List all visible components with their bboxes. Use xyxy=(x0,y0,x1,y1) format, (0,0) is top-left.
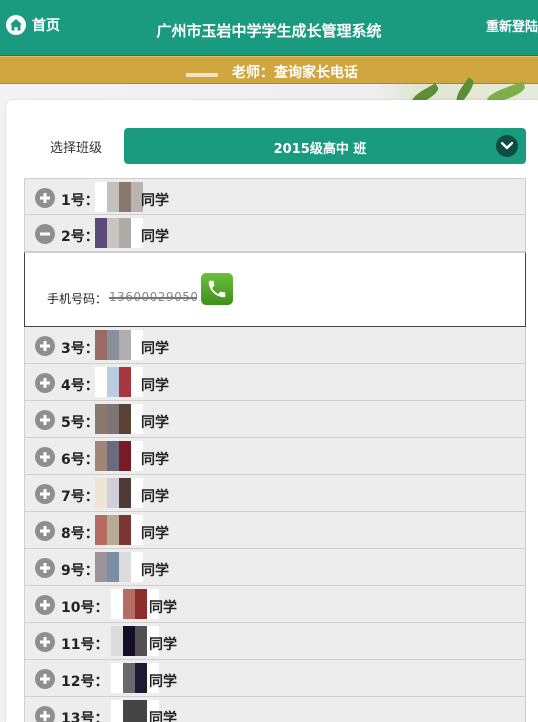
student-row[interactable]: 5号： 同学 xyxy=(24,401,526,438)
app-title: 广州市玉岩中学学生成长管理系统 xyxy=(156,22,382,40)
student-row[interactable]: 9号： 同学 xyxy=(24,549,526,586)
student-suffix: 同学 xyxy=(141,193,169,209)
student-list: 1号：同学2号：同学手机号码：136000290503号：同学4号：同学5号：同… xyxy=(24,178,526,722)
plus-circle-icon[interactable] xyxy=(35,669,55,689)
student-row[interactable]: 10号： 同学 xyxy=(24,586,526,623)
plus-circle-icon[interactable] xyxy=(35,632,55,652)
student-number: 8号： xyxy=(61,526,99,542)
page-title: 老师：查询家长电话 xyxy=(232,65,358,81)
student-suffix: 同学 xyxy=(141,452,169,468)
student-detail-panel: 手机号码：13600029050 xyxy=(24,252,526,327)
student-number: 5号： xyxy=(61,415,99,431)
student-name-redacted xyxy=(95,182,143,212)
student-suffix: 同学 xyxy=(141,378,169,394)
student-number: 6号： xyxy=(61,452,99,468)
minus-circle-icon[interactable] xyxy=(35,224,55,244)
student-row[interactable]: 13号： 同学 xyxy=(24,697,526,722)
student-row[interactable]: 8号： 同学 xyxy=(24,512,526,549)
page-title-bar: 老师：查询家长电话 xyxy=(0,56,538,84)
student-name-redacted xyxy=(95,404,143,434)
class-picker-label: 选择班级 xyxy=(50,141,103,156)
plus-circle-icon[interactable] xyxy=(35,447,55,467)
plus-circle-icon[interactable] xyxy=(35,521,55,541)
student-row[interactable]: 1号： 同学 xyxy=(24,178,526,215)
student-number: 10号： xyxy=(61,600,109,616)
chevron-down-icon xyxy=(496,135,518,157)
class-select-value: 2015级高中 班 xyxy=(273,142,367,157)
student-row[interactable]: 4号： 同学 xyxy=(24,364,526,401)
student-row[interactable]: 6号： 同学 xyxy=(24,438,526,475)
student-name-redacted xyxy=(95,515,143,545)
student-row[interactable]: 2号： 同学 xyxy=(24,215,526,252)
phone-label: 手机号码： xyxy=(47,292,108,306)
relogin-link[interactable]: 重新登陆 xyxy=(486,16,538,35)
student-name-redacted xyxy=(95,552,143,582)
student-suffix: 同学 xyxy=(141,341,169,357)
plus-circle-icon[interactable] xyxy=(35,373,55,393)
phone-redaction-line xyxy=(109,297,197,299)
student-suffix: 同学 xyxy=(149,711,177,722)
student-number: 9号： xyxy=(61,563,99,579)
student-number: 1号： xyxy=(61,193,99,209)
class-select[interactable]: 2015级高中 班 xyxy=(124,128,526,164)
student-number: 13号： xyxy=(61,711,109,722)
student-suffix: 同学 xyxy=(141,229,169,245)
student-suffix: 同学 xyxy=(141,563,169,579)
student-row[interactable]: 11号： 同学 xyxy=(24,623,526,660)
plus-circle-icon[interactable] xyxy=(35,484,55,504)
student-number: 12号： xyxy=(61,674,109,690)
student-suffix: 同学 xyxy=(141,489,169,505)
student-suffix: 同学 xyxy=(141,415,169,431)
student-suffix: 同学 xyxy=(149,674,177,690)
student-name-redacted xyxy=(95,367,143,397)
student-number: 3号： xyxy=(61,341,99,357)
student-row[interactable]: 12号： 同学 xyxy=(24,660,526,697)
student-number: 4号： xyxy=(61,378,99,394)
student-name-redacted xyxy=(95,441,143,471)
student-name-redacted xyxy=(95,218,143,248)
student-suffix: 同学 xyxy=(149,637,177,653)
student-suffix: 同学 xyxy=(141,526,169,542)
student-number: 7号： xyxy=(61,489,99,505)
plus-circle-icon[interactable] xyxy=(35,410,55,430)
student-row[interactable]: 7号： 同学 xyxy=(24,475,526,512)
student-name-redacted xyxy=(95,330,143,360)
student-number: 11号： xyxy=(61,637,109,653)
top-bar: 首页 广州市玉岩中学学生成长管理系统 重新登陆 xyxy=(0,0,538,56)
student-row[interactable]: 3号： 同学 xyxy=(24,327,526,364)
plus-circle-icon[interactable] xyxy=(35,706,55,722)
plus-circle-icon[interactable] xyxy=(35,336,55,356)
call-button[interactable] xyxy=(201,273,233,305)
student-name-redacted xyxy=(95,478,143,508)
teacher-name-redacted xyxy=(186,73,218,77)
plus-circle-icon[interactable] xyxy=(35,188,55,208)
plus-circle-icon[interactable] xyxy=(35,595,55,615)
student-suffix: 同学 xyxy=(149,600,177,616)
student-number: 2号： xyxy=(61,229,99,245)
phone-icon xyxy=(208,280,226,298)
plus-circle-icon[interactable] xyxy=(35,558,55,578)
